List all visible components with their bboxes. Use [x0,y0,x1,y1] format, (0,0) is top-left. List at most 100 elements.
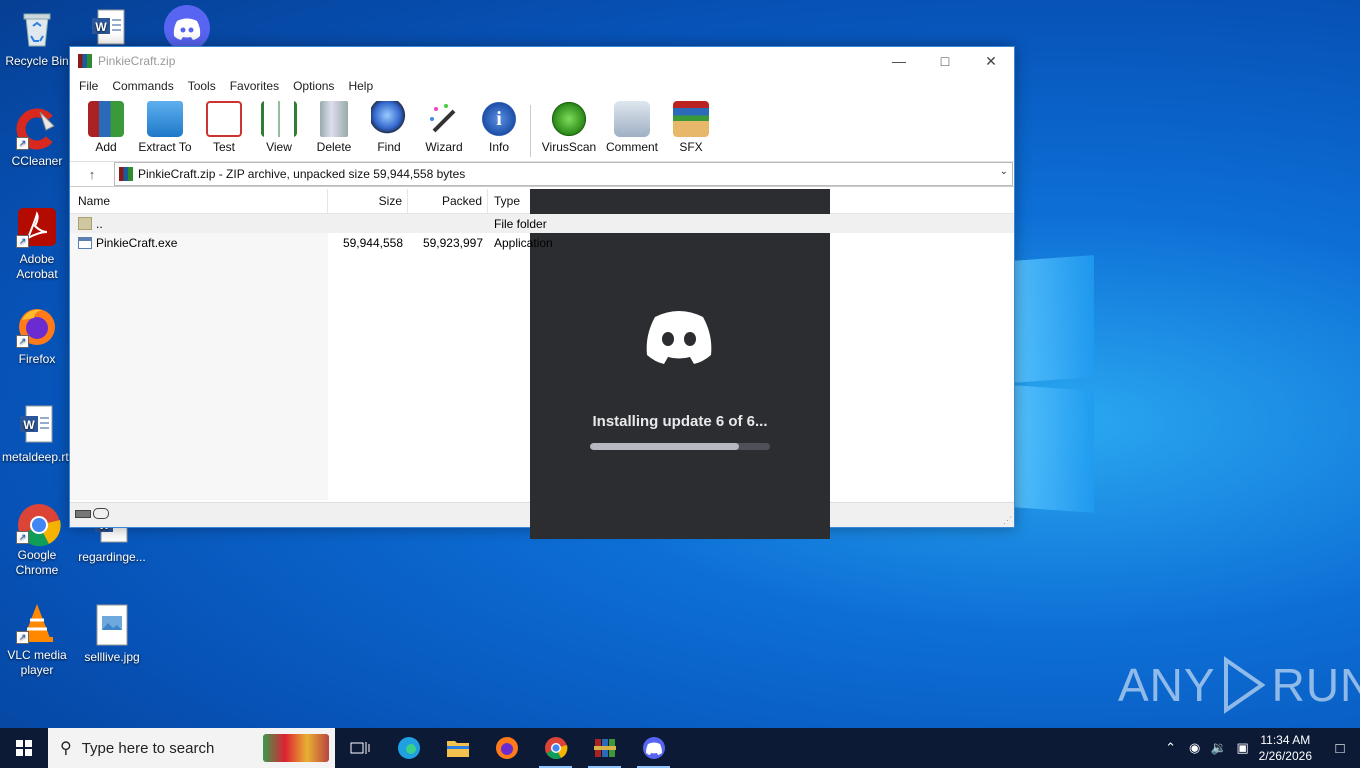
taskbar-search[interactable]: ⚲ Type here to search [48,728,335,768]
taskbar: ⚲ Type here to search ⌃ ◉ 🔉 ▣ 11:34 AM 2… [0,728,1360,768]
meet-now-icon[interactable]: ◉ [1183,740,1207,756]
shortcut-arrow-icon: ↗ [16,137,29,150]
chrome-icon [544,737,567,760]
chrome-icon: ↗ [16,502,61,547]
trash-can-icon [320,101,348,137]
taskbar-discord[interactable] [629,728,678,768]
title-bar[interactable]: PinkieCraft.zip — □ ✕ [70,47,1014,75]
chevron-up-icon[interactable]: ⌃ [1159,740,1183,756]
recycle-bin-icon [16,8,58,50]
menu-options[interactable]: Options [286,79,341,93]
add-button[interactable]: Add [80,97,132,154]
update-status-text: Installing update 6 of 6... [592,413,768,430]
archive-icon [119,167,133,181]
clock-date: 2/26/2026 [1258,749,1312,763]
task-view-button[interactable] [335,728,384,768]
taskbar-chrome[interactable] [531,728,580,768]
desktop-icon-label: VLC media player [7,648,67,677]
word-document-icon: W [16,404,58,446]
minimize-button[interactable]: — [876,47,922,75]
row-type: Application [494,235,553,250]
extract-to-button[interactable]: Extract To [135,97,195,154]
maximize-button[interactable]: □ [922,47,968,75]
menu-help[interactable]: Help [341,79,380,93]
windows-start-icon [16,740,32,756]
row-size: 59,944,558 [342,235,403,250]
taskbar-edge[interactable] [384,728,433,768]
desktop-icon-selllive[interactable]: selllive.jpg [75,604,149,665]
info-button[interactable]: i Info [473,97,525,154]
menu-favorites[interactable]: Favorites [223,79,286,93]
find-button[interactable]: Find [363,97,415,154]
clock[interactable]: 11:34 AM 2/26/2026 [1259,732,1312,764]
chevron-down-icon[interactable]: ⌄ [1000,166,1008,177]
watermark-left-text: ANY [1118,659,1216,711]
search-icon: ⚲ [60,740,72,757]
up-arrow-icon[interactable]: ↑ [70,167,114,182]
system-tray: ⌃ ◉ 🔉 ▣ 11:34 AM 2/26/2026 □ [1159,728,1360,768]
watermark-right-text: RUN [1271,659,1360,711]
address-bar: ↑ PinkieCraft.zip - ZIP archive, unpacke… [70,162,1014,187]
network-icon[interactable]: ▣ [1231,740,1255,756]
start-button[interactable] [0,728,48,768]
menu-commands[interactable]: Commands [105,79,180,93]
taskbar-winrar[interactable] [580,728,629,768]
menu-file[interactable]: File [72,79,105,93]
shortcut-arrow-icon: ↗ [16,631,29,644]
folder-icon [446,741,469,757]
clock-time: 11:34 AM [1260,733,1311,747]
drive-icon [75,510,91,518]
virusscan-button[interactable]: VirusScan [539,97,599,154]
menu-tools[interactable]: Tools [181,79,223,93]
comment-button[interactable]: Comment [602,97,662,154]
column-packed[interactable]: Packed [408,189,488,213]
discord-icon [163,4,211,52]
windows-wallpaper-logo [1012,255,1094,513]
table-row[interactable]: PinkieCraft.exe 59,944,558 59,923,997 Ap… [70,233,1014,252]
desktop-icon-recycle-bin[interactable]: Recycle Bin [0,8,74,69]
taskbar-firefox[interactable] [482,728,531,768]
toolbar-separator [530,105,531,157]
column-size[interactable]: Size [328,189,408,213]
ccleaner-icon: ↗ [16,108,58,150]
resize-grip-icon[interactable]: ⋰ [1003,515,1012,526]
desktop-icon-adobe-acrobat[interactable]: ↗ Adobe Acrobat [0,206,74,282]
edge-icon [397,737,420,759]
firefox-icon: ↗ [16,306,58,348]
delete-button[interactable]: Delete [308,97,360,154]
search-placeholder: Type here to search [81,739,215,757]
svg-text:W: W [95,20,107,34]
desktop-icon-label: regardinge... [78,550,146,564]
bug-scan-icon [551,101,587,137]
desktop-icon-vlc[interactable]: ↗ VLC media player [0,602,74,678]
desktop-icon-metaldeep[interactable]: W metaldeep.rtf [0,404,74,465]
sfx-button[interactable]: SFX [665,97,717,154]
shortcut-arrow-icon: ↗ [16,335,29,348]
close-button[interactable]: ✕ [968,47,1014,75]
application-icon [78,236,92,249]
archive-path-field[interactable]: PinkieCraft.zip - ZIP archive, unpacked … [114,162,1013,186]
desktop-icon-label: Adobe Acrobat [16,252,58,281]
desktop-icon-google-chrome[interactable]: ↗ Google Chrome [0,502,74,578]
taskbar-file-explorer[interactable] [433,728,482,768]
update-progress-fill [590,443,740,450]
volume-icon[interactable]: 🔉 [1207,740,1231,756]
desktop-icon-label: CCleaner [11,154,63,168]
comment-bubble-icon [614,101,650,137]
desktop-icon-firefox[interactable]: ↗ Firefox [0,306,74,367]
table-row[interactable]: .. File folder [70,214,1014,233]
desktop-icon-label: selllive.jpg [84,650,140,664]
view-button[interactable]: View [253,97,305,154]
firefox-icon [495,737,518,759]
test-button[interactable]: Test [198,97,250,154]
sort-caret-icon: ^ [194,189,199,194]
wizard-button[interactable]: Wizard [418,97,470,154]
desktop-icon-ccleaner[interactable]: ↗ CCleaner [0,108,74,169]
desktop-icon-label: Recycle Bin [5,54,69,68]
notification-icon[interactable]: □ [1320,740,1360,757]
vlc-cone-icon: ↗ [16,602,58,644]
play-triangle-icon [1223,656,1266,714]
column-name[interactable]: Name [70,189,328,213]
word-document-icon: W [88,8,130,50]
winrar-app-icon [78,54,92,68]
